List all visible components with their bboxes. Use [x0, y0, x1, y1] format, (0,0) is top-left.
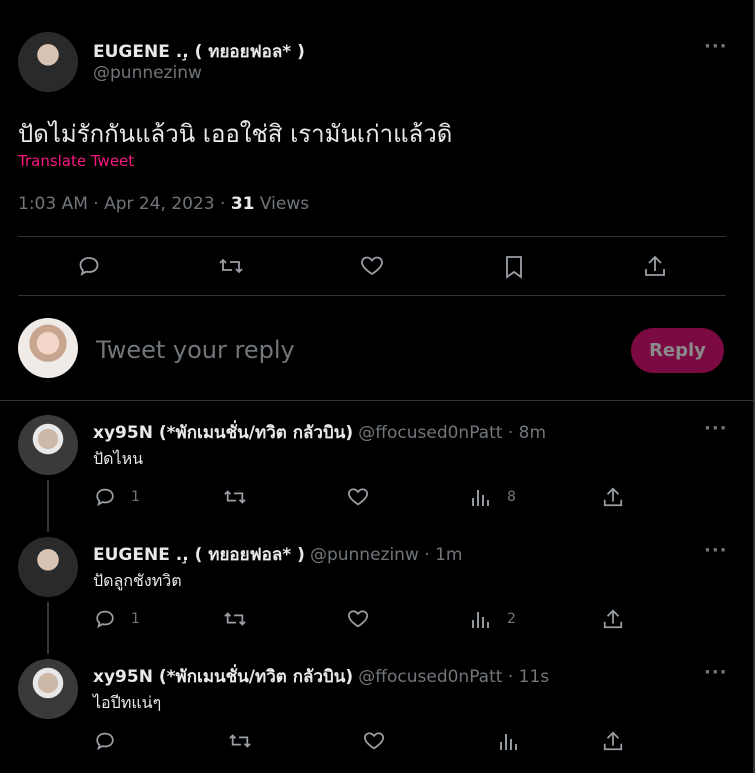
reply-text: ไอปีทแน่ๆ — [93, 693, 162, 712]
divider — [18, 236, 726, 237]
reply-header: EUGENE ..̧ ( ทยอยฟอล* ) @punnezinw · 1m — [93, 541, 462, 568]
like-icon[interactable] — [359, 254, 385, 278]
reply-display-name[interactable]: xy95N (*พักเมนชั่น/ทวิต กลัวบิน) — [93, 667, 353, 687]
main-display-name[interactable]: EUGENE ..̧ ( ทยอยฟอล* ) — [93, 38, 305, 65]
reply-icon[interactable] — [94, 730, 116, 752]
divider — [18, 295, 726, 296]
thread-line — [47, 602, 49, 654]
reply-meta[interactable]: @punnezinw · 1m — [310, 545, 463, 565]
views-icon[interactable] — [498, 730, 518, 752]
divider — [0, 400, 753, 401]
reply-icon[interactable] — [94, 608, 116, 630]
like-icon[interactable] — [346, 608, 370, 630]
share-icon[interactable] — [602, 485, 624, 509]
more-icon[interactable]: ··· — [704, 540, 728, 561]
share-icon[interactable] — [602, 607, 624, 631]
bookmark-icon[interactable] — [503, 254, 525, 280]
tweet-text: ปัดไม่รักกันแล้วนิ เออใช่สิ เรามันเก่าแล… — [18, 120, 453, 148]
retweet-icon[interactable] — [218, 254, 244, 278]
reply-button[interactable]: Reply — [631, 328, 724, 373]
reply-count: 1 — [131, 489, 140, 505]
more-icon[interactable]: ··· — [704, 418, 728, 439]
retweet-icon[interactable] — [223, 486, 247, 508]
tweet-meta: 1:03 AM · Apr 24, 2023 · 31 Views — [18, 194, 309, 214]
reply-avatar[interactable] — [18, 537, 78, 597]
more-icon[interactable]: ··· — [704, 662, 728, 683]
like-icon[interactable] — [346, 486, 370, 508]
reply-avatar[interactable] — [18, 415, 78, 475]
reply-header: xy95N (*พักเมนชั่น/ทวิต กลัวบิน) @ffocus… — [93, 419, 546, 446]
views-count: 31 — [230, 194, 255, 214]
retweet-icon[interactable] — [223, 608, 247, 630]
main-handle[interactable]: @punnezinw — [93, 63, 202, 83]
reply-meta[interactable]: @ffocused0nPatt · 11s — [358, 667, 549, 687]
reply-text: ปัดไหน — [93, 449, 144, 468]
views-label: Views — [254, 194, 310, 214]
timestamp[interactable]: 1:03 AM · Apr 24, 2023 · — [18, 194, 231, 214]
view-count: 2 — [507, 611, 516, 627]
views-icon[interactable] — [470, 486, 490, 508]
translate-link[interactable]: Translate Tweet — [18, 152, 134, 170]
like-icon[interactable] — [362, 730, 386, 752]
more-icon[interactable]: ··· — [704, 36, 728, 57]
user-avatar[interactable] — [18, 318, 78, 378]
reply-display-name[interactable]: xy95N (*พักเมนชั่น/ทวิต กลัวบิน) — [93, 423, 353, 443]
reply-icon[interactable] — [94, 486, 116, 508]
reply-meta[interactable]: @ffocused0nPatt · 8m — [358, 423, 546, 443]
view-count: 8 — [507, 489, 516, 505]
share-icon[interactable] — [602, 729, 624, 753]
main-avatar[interactable] — [18, 32, 78, 92]
reply-text: ปัดลูกชังทวิต — [93, 571, 182, 590]
share-icon[interactable] — [643, 253, 667, 279]
thread-line — [47, 480, 49, 532]
reply-header: xy95N (*พักเมนชั่น/ทวิต กลัวบิน) @ffocus… — [93, 663, 549, 690]
reply-avatar[interactable] — [18, 659, 78, 719]
views-icon[interactable] — [470, 608, 490, 630]
reply-input[interactable]: Tweet your reply — [96, 336, 295, 364]
reply-count: 1 — [131, 611, 140, 627]
reply-icon[interactable] — [77, 254, 101, 278]
retweet-icon[interactable] — [228, 730, 252, 752]
reply-display-name[interactable]: EUGENE ..̧ ( ทยอยฟอล* ) — [93, 545, 305, 565]
